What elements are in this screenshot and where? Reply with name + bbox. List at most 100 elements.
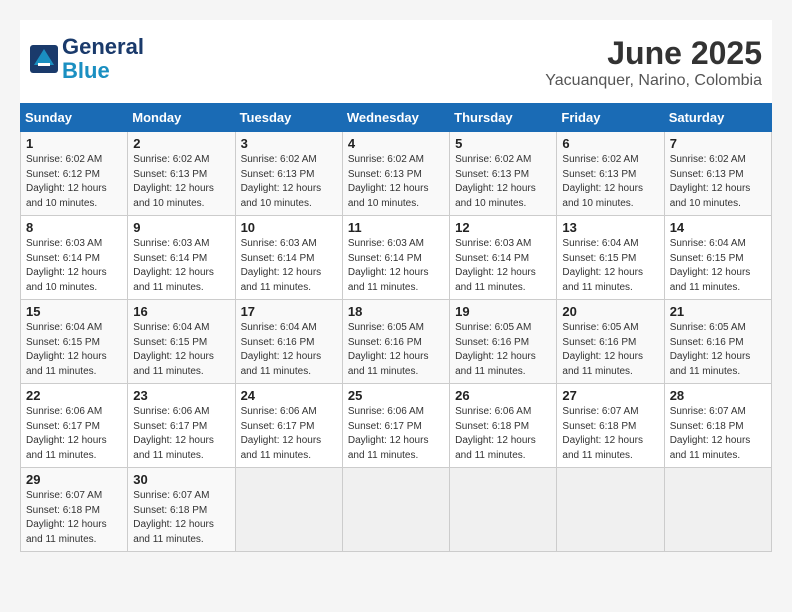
calendar-cell: 1 Sunrise: 6:02 AMSunset: 6:12 PMDaylight… [21, 132, 128, 216]
calendar-header: GeneralBlue June 2025 Yacuanquer, Narino… [20, 20, 772, 95]
calendar-cell [664, 468, 771, 552]
cell-content: Sunrise: 6:02 AMSunset: 6:13 PMDaylight:… [670, 153, 766, 211]
cell-content: Sunrise: 6:03 AMSunset: 6:14 PMDaylight:… [241, 237, 337, 295]
day-number: 19 [455, 304, 551, 319]
calendar-cell: 17 Sunrise: 6:04 AMSunset: 6:16 PMDayligh… [235, 300, 342, 384]
calendar-cell: 18 Sunrise: 6:05 AMSunset: 6:16 PMDayligh… [342, 300, 449, 384]
cell-content: Sunrise: 6:02 AMSunset: 6:13 PMDaylight:… [241, 153, 337, 211]
day-number: 18 [348, 304, 444, 319]
cell-content: Sunrise: 6:04 AMSunset: 6:16 PMDaylight:… [241, 321, 337, 379]
logo-icon [30, 45, 58, 73]
cell-content: Sunrise: 6:04 AMSunset: 6:15 PMDaylight:… [670, 237, 766, 295]
cell-content: Sunrise: 6:07 AMSunset: 6:18 PMDaylight:… [670, 405, 766, 463]
day-number: 14 [670, 220, 766, 235]
calendar-cell: 26 Sunrise: 6:06 AMSunset: 6:18 PMDayligh… [450, 384, 557, 468]
calendar-cell: 25 Sunrise: 6:06 AMSunset: 6:17 PMDayligh… [342, 384, 449, 468]
cell-content: Sunrise: 6:05 AMSunset: 6:16 PMDaylight:… [562, 321, 658, 379]
cell-content: Sunrise: 6:03 AMSunset: 6:14 PMDaylight:… [26, 237, 122, 295]
day-number: 21 [670, 304, 766, 319]
calendar-cell [342, 468, 449, 552]
logo-text: GeneralBlue [62, 35, 144, 83]
cell-content: Sunrise: 6:02 AMSunset: 6:12 PMDaylight:… [26, 153, 122, 211]
day-number: 30 [133, 472, 229, 487]
calendar-cell: 19 Sunrise: 6:05 AMSunset: 6:16 PMDayligh… [450, 300, 557, 384]
cell-content: Sunrise: 6:06 AMSunset: 6:17 PMDaylight:… [241, 405, 337, 463]
weekday-header-row: SundayMondayTuesdayWednesdayThursdayFrid… [21, 104, 772, 132]
cell-content: Sunrise: 6:06 AMSunset: 6:17 PMDaylight:… [133, 405, 229, 463]
calendar-cell [557, 468, 664, 552]
cell-content: Sunrise: 6:06 AMSunset: 6:17 PMDaylight:… [26, 405, 122, 463]
week-row-4: 22 Sunrise: 6:06 AMSunset: 6:17 PMDayligh… [21, 384, 772, 468]
weekday-header-wednesday: Wednesday [342, 104, 449, 132]
calendar-cell [450, 468, 557, 552]
logo: GeneralBlue [30, 35, 144, 83]
calendar-cell: 30Sunrise: 6:07 AMSunset: 6:18 PMDayligh… [128, 468, 235, 552]
cell-content: Sunrise: 6:03 AMSunset: 6:14 PMDaylight:… [455, 237, 551, 295]
calendar-container: GeneralBlue June 2025 Yacuanquer, Narino… [20, 20, 772, 552]
calendar-cell: 28 Sunrise: 6:07 AMSunset: 6:18 PMDayligh… [664, 384, 771, 468]
weekday-header-saturday: Saturday [664, 104, 771, 132]
day-number: 15 [26, 304, 122, 319]
day-number: 16 [133, 304, 229, 319]
day-number: 11 [348, 220, 444, 235]
month-title: June 2025 [545, 35, 762, 72]
weekday-header-tuesday: Tuesday [235, 104, 342, 132]
calendar-cell: 27 Sunrise: 6:07 AMSunset: 6:18 PMDayligh… [557, 384, 664, 468]
calendar-cell: 29Sunrise: 6:07 AMSunset: 6:18 PMDayligh… [21, 468, 128, 552]
day-number: 4 [348, 136, 444, 151]
cell-content: Sunrise: 6:02 AMSunset: 6:13 PMDaylight:… [562, 153, 658, 211]
day-number: 5 [455, 136, 551, 151]
cell-content: Sunrise: 6:07 AMSunset: 6:18 PMDaylight:… [562, 405, 658, 463]
weekday-header-sunday: Sunday [21, 104, 128, 132]
cell-content: Sunrise: 6:07 AMSunset: 6:18 PMDaylight:… [26, 489, 122, 547]
day-number: 8 [26, 220, 122, 235]
day-number: 1 [26, 136, 122, 151]
title-block: June 2025 Yacuanquer, Narino, Colombia [545, 35, 762, 90]
day-number: 3 [241, 136, 337, 151]
day-number: 25 [348, 388, 444, 403]
calendar-cell: 21 Sunrise: 6:05 AMSunset: 6:16 PMDayligh… [664, 300, 771, 384]
day-number: 28 [670, 388, 766, 403]
cell-content: Sunrise: 6:06 AMSunset: 6:17 PMDaylight:… [348, 405, 444, 463]
calendar-cell: 2Sunrise: 6:02 AMSunset: 6:13 PMDaylight… [128, 132, 235, 216]
day-number: 6 [562, 136, 658, 151]
calendar-cell: 7 Sunrise: 6:02 AMSunset: 6:13 PMDaylight… [664, 132, 771, 216]
cell-content: Sunrise: 6:05 AMSunset: 6:16 PMDaylight:… [348, 321, 444, 379]
day-number: 12 [455, 220, 551, 235]
calendar-cell: 6 Sunrise: 6:02 AMSunset: 6:13 PMDaylight… [557, 132, 664, 216]
cell-content: Sunrise: 6:05 AMSunset: 6:16 PMDaylight:… [670, 321, 766, 379]
calendar-cell: 20 Sunrise: 6:05 AMSunset: 6:16 PMDayligh… [557, 300, 664, 384]
weekday-header-monday: Monday [128, 104, 235, 132]
weekday-header-thursday: Thursday [450, 104, 557, 132]
calendar-cell [235, 468, 342, 552]
calendar-cell: 5 Sunrise: 6:02 AMSunset: 6:13 PMDaylight… [450, 132, 557, 216]
day-number: 20 [562, 304, 658, 319]
week-row-1: 1 Sunrise: 6:02 AMSunset: 6:12 PMDaylight… [21, 132, 772, 216]
cell-content: Sunrise: 6:04 AMSunset: 6:15 PMDaylight:… [562, 237, 658, 295]
calendar-table: SundayMondayTuesdayWednesdayThursdayFrid… [20, 103, 772, 552]
cell-content: Sunrise: 6:02 AMSunset: 6:13 PMDaylight:… [348, 153, 444, 211]
day-number: 26 [455, 388, 551, 403]
day-number: 7 [670, 136, 766, 151]
cell-content: Sunrise: 6:04 AMSunset: 6:15 PMDaylight:… [133, 321, 229, 379]
calendar-cell: 13 Sunrise: 6:04 AMSunset: 6:15 PMDayligh… [557, 216, 664, 300]
day-number: 27 [562, 388, 658, 403]
cell-content: Sunrise: 6:02 AMSunset: 6:13 PMDaylight:… [455, 153, 551, 211]
calendar-cell: 24 Sunrise: 6:06 AMSunset: 6:17 PMDayligh… [235, 384, 342, 468]
calendar-cell: 11 Sunrise: 6:03 AMSunset: 6:14 PMDayligh… [342, 216, 449, 300]
cell-content: Sunrise: 6:05 AMSunset: 6:16 PMDaylight:… [455, 321, 551, 379]
day-number: 13 [562, 220, 658, 235]
calendar-cell: 14 Sunrise: 6:04 AMSunset: 6:15 PMDayligh… [664, 216, 771, 300]
day-number: 22 [26, 388, 122, 403]
calendar-cell: 4 Sunrise: 6:02 AMSunset: 6:13 PMDaylight… [342, 132, 449, 216]
calendar-cell: 10Sunrise: 6:03 AMSunset: 6:14 PMDayligh… [235, 216, 342, 300]
cell-content: Sunrise: 6:03 AMSunset: 6:14 PMDaylight:… [348, 237, 444, 295]
day-number: 17 [241, 304, 337, 319]
day-number: 24 [241, 388, 337, 403]
cell-content: Sunrise: 6:06 AMSunset: 6:18 PMDaylight:… [455, 405, 551, 463]
day-number: 23 [133, 388, 229, 403]
week-row-3: 15 Sunrise: 6:04 AMSunset: 6:15 PMDayligh… [21, 300, 772, 384]
calendar-cell: 23 Sunrise: 6:06 AMSunset: 6:17 PMDayligh… [128, 384, 235, 468]
calendar-cell: 15Sunrise: 6:04 AMSunset: 6:15 PMDayligh… [21, 300, 128, 384]
location-subtitle: Yacuanquer, Narino, Colombia [545, 72, 762, 90]
